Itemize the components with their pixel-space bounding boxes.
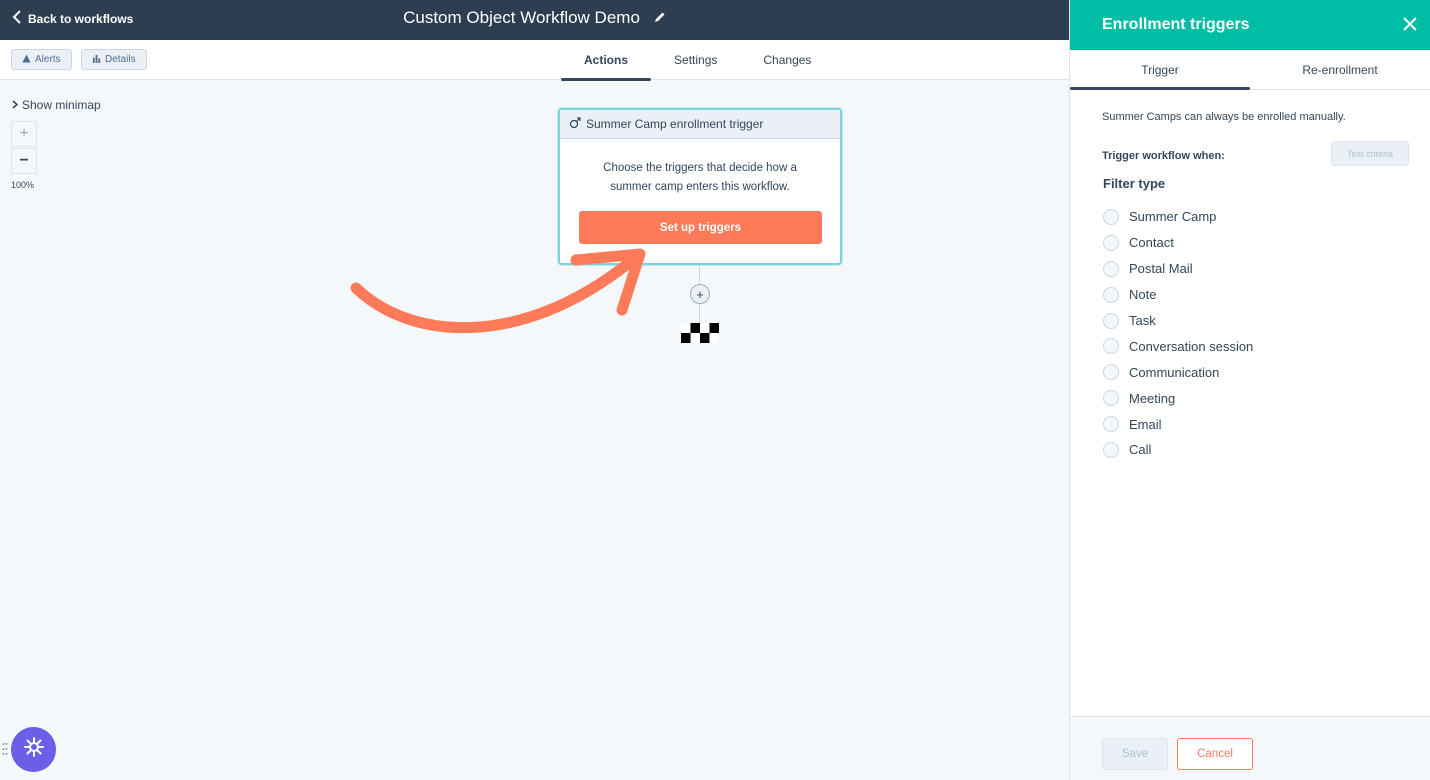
details-button[interactable]: Details (81, 49, 147, 70)
filter-option-contact[interactable]: Contact (1103, 230, 1253, 256)
filter-option-label: Contact (1129, 235, 1174, 251)
radio-button[interactable] (1103, 234, 1119, 251)
set-up-triggers-button[interactable]: Set up triggers (579, 211, 822, 244)
filter-option-task[interactable]: Task (1103, 308, 1253, 334)
filter-option-postal-mail[interactable]: Postal Mail (1103, 256, 1253, 282)
add-action-button[interactable]: + (690, 284, 710, 304)
panel-title: Enrollment triggers (1102, 16, 1250, 33)
filter-option-label: Task (1129, 313, 1156, 328)
drag-handle-icon[interactable] (2, 742, 8, 756)
custom-object-icon (569, 116, 581, 132)
filter-option-conversation-session[interactable]: Conversation session (1103, 333, 1253, 359)
zoom-out-button[interactable]: − (11, 148, 37, 174)
radio-button[interactable] (1103, 286, 1119, 303)
radio-button[interactable] (1103, 390, 1119, 407)
filter-type-list: Summer Camp Contact Postal Mail Note Tas… (1103, 204, 1253, 463)
zoom-level: 100% (11, 180, 35, 190)
radio-button[interactable] (1103, 260, 1119, 277)
trigger-card-description: Choose the triggers that decide how a su… (603, 162, 797, 193)
tab-actions[interactable]: Actions (561, 40, 652, 81)
filter-option-communication[interactable]: Communication (1103, 359, 1253, 385)
alerts-label: Alerts (35, 54, 61, 65)
filter-option-label: Email (1129, 416, 1162, 432)
trigger-card-header: Summer Camp enrollment trigger (560, 110, 840, 139)
filter-type-heading: Filter type (1103, 176, 1166, 191)
save-button[interactable]: Save (1102, 738, 1168, 770)
radio-button[interactable] (1103, 364, 1119, 381)
minimap-label: Show minimap (22, 98, 101, 112)
filter-option-label: Conversation session (1129, 338, 1254, 354)
panel-footer: Save Cancel (1070, 716, 1430, 780)
filter-option-call[interactable]: Call (1103, 437, 1253, 463)
filter-option-note[interactable]: Note (1103, 282, 1253, 308)
test-criteria-button[interactable]: Test criteria (1331, 141, 1409, 166)
pencil-icon[interactable] (654, 8, 666, 28)
show-minimap-toggle[interactable]: Show minimap (12, 98, 101, 112)
zoom-in-button[interactable]: + (11, 121, 37, 147)
sparkle-icon (23, 736, 45, 763)
top-bar: Back to workflows Custom Object Workflow… (0, 0, 1069, 40)
panel-tabs: Trigger Re-enrollment (1070, 50, 1430, 90)
panel-header: Enrollment triggers (1070, 0, 1430, 50)
tab-changes[interactable]: Changes (740, 40, 834, 80)
workflow-tabs: Actions Settings Changes (561, 40, 834, 81)
radio-button[interactable] (1103, 312, 1119, 329)
tab-re-enrollment[interactable]: Re-enrollment (1250, 50, 1430, 89)
checkered-flag-icon (681, 323, 719, 343)
manual-enrollment-note: Summer Camps can always be enrolled manu… (1102, 111, 1346, 123)
cancel-button[interactable]: Cancel (1177, 738, 1253, 770)
help-widget-button[interactable] (11, 727, 56, 772)
radio-button[interactable] (1103, 441, 1119, 458)
trigger-card-title: Summer Camp enrollment trigger (586, 117, 764, 131)
filter-option-summer-camp[interactable]: Summer Camp (1103, 204, 1253, 230)
filter-option-label: Communication (1129, 364, 1220, 380)
filter-option-email[interactable]: Email (1103, 411, 1253, 437)
filter-option-label: Note (1129, 287, 1157, 303)
bar-chart-icon (92, 54, 101, 66)
chevron-right-icon (12, 98, 19, 112)
workflow-subbar: Alerts Details Actions Settings Changes (0, 40, 1069, 81)
filter-option-label: Call (1129, 442, 1152, 458)
enrollment-triggers-panel: Enrollment triggers Trigger Re-enrollmen… (1069, 0, 1430, 780)
warning-icon (22, 53, 31, 66)
filter-option-label: Summer Camp (1129, 209, 1217, 225)
radio-button[interactable] (1103, 338, 1119, 355)
close-icon[interactable] (1400, 14, 1420, 34)
alerts-button[interactable]: Alerts (11, 49, 72, 70)
filter-option-label: Meeting (1129, 390, 1176, 406)
tab-trigger[interactable]: Trigger (1070, 50, 1250, 90)
radio-button[interactable] (1103, 208, 1119, 225)
enrollment-trigger-card[interactable]: Summer Camp enrollment trigger Choose th… (558, 108, 842, 265)
details-label: Details (105, 54, 136, 65)
workflow-title[interactable]: Custom Object Workflow Demo (403, 8, 640, 28)
filter-option-label: Postal Mail (1129, 261, 1193, 277)
tab-settings[interactable]: Settings (651, 40, 740, 80)
filter-option-meeting[interactable]: Meeting (1103, 385, 1253, 411)
trigger-when-label: Trigger workflow when: (1102, 150, 1225, 162)
radio-button[interactable] (1103, 416, 1119, 433)
